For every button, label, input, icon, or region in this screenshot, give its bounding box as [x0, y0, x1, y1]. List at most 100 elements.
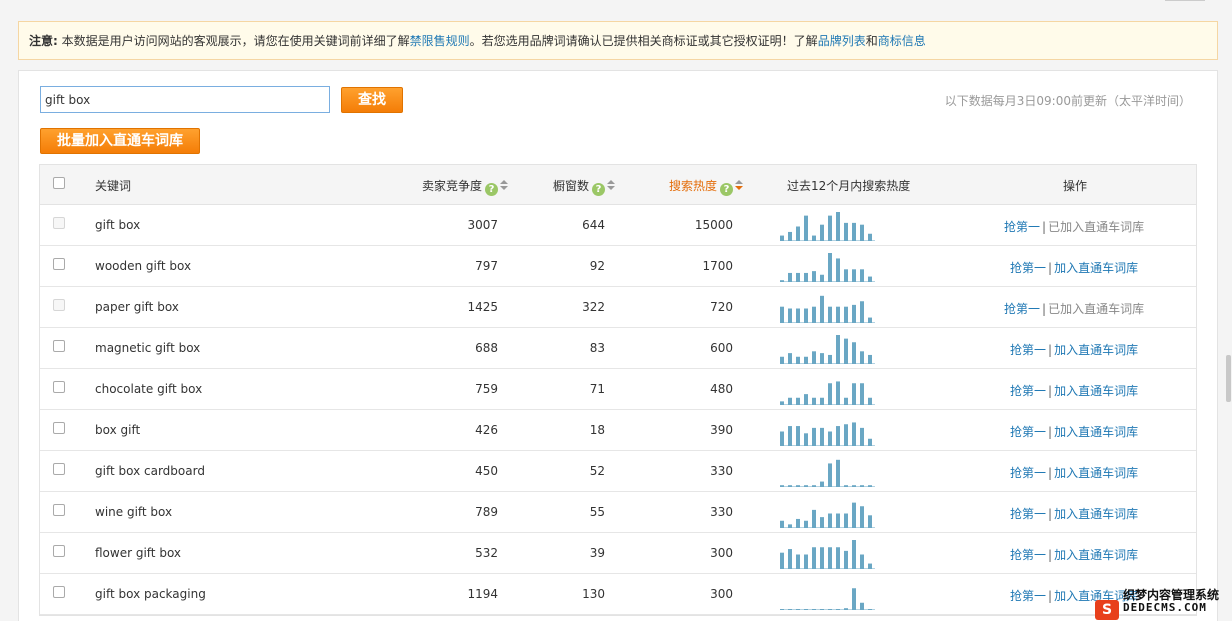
competition-cell: 426 — [475, 423, 498, 437]
brand-list-link[interactable]: 品牌列表 — [818, 34, 866, 48]
row-checkbox[interactable] — [53, 545, 65, 557]
top-divider — [1165, 0, 1205, 1]
sparkline-bar — [780, 235, 784, 241]
scrollbar-track[interactable] — [1222, 60, 1232, 621]
heat-cell: 300 — [710, 546, 733, 560]
sparkline-bar — [780, 280, 784, 282]
showcase-cell: 52 — [589, 464, 605, 478]
grab-first-link[interactable]: 抢第一 — [1010, 589, 1046, 603]
sparkline-bar — [844, 550, 848, 569]
heat-cell: 15000 — [694, 218, 733, 232]
search-button[interactable]: 查找 — [341, 87, 403, 113]
grab-first-link[interactable]: 抢第一 — [1010, 466, 1046, 480]
keyword-search-input[interactable] — [40, 86, 330, 113]
scrollbar-thumb[interactable] — [1226, 355, 1231, 402]
sparkline-bar — [868, 563, 872, 569]
add-to-library-link[interactable]: 加入直通车词库 — [1054, 425, 1138, 439]
add-to-library-link[interactable]: 加入直通车词库 — [1054, 261, 1138, 275]
add-to-library-link[interactable]: 加入直通车词库 — [1054, 384, 1138, 398]
sparkline-bar — [788, 609, 792, 610]
header-competition[interactable]: 卖家竞争度? — [422, 177, 509, 196]
sparkline-bar — [828, 253, 832, 282]
sparkline-bar — [852, 485, 856, 487]
help-icon[interactable]: ? — [720, 183, 734, 196]
select-all-checkbox[interactable] — [53, 177, 65, 189]
row-checkbox[interactable] — [53, 463, 65, 475]
competition-cell: 797 — [475, 259, 498, 273]
grab-first-link[interactable]: 抢第一 — [1010, 343, 1046, 357]
keyword-cell: gift box cardboard — [95, 464, 205, 478]
sort-icon[interactable] — [607, 180, 616, 192]
sparkline-bar — [836, 609, 840, 610]
sort-icon[interactable] — [735, 180, 744, 192]
grab-first-link[interactable]: 抢第一 — [1004, 302, 1040, 316]
sparkline-bar — [788, 308, 792, 323]
sparkline-bar — [788, 231, 792, 241]
row-actions: 抢第一 | 加入直通车词库 — [1010, 505, 1138, 522]
sparkline-bar — [852, 222, 856, 241]
row-checkbox[interactable] — [53, 586, 65, 598]
grab-first-link[interactable]: 抢第一 — [1010, 425, 1046, 439]
grab-first-link[interactable]: 抢第一 — [1010, 507, 1046, 521]
sparkline-bar — [828, 463, 832, 487]
grab-first-link[interactable]: 抢第一 — [1010, 384, 1046, 398]
restricted-rules-link[interactable]: 禁限售规则 — [410, 34, 470, 48]
notice-text-3: 和 — [865, 34, 878, 48]
keyword-cell: gift box — [95, 218, 141, 232]
help-icon[interactable]: ? — [592, 183, 606, 196]
sparkline-bar — [860, 485, 864, 487]
sparkline-bar — [860, 301, 864, 323]
table-row: flower gift box 532 39 300 抢第一 | 加入直通车词库 — [40, 533, 1196, 574]
sort-icon[interactable] — [500, 180, 509, 192]
sparkline-bar — [828, 513, 832, 528]
sparkline-bar — [796, 397, 800, 405]
header-showcase[interactable]: 橱窗数? — [553, 177, 616, 196]
grab-first-link[interactable]: 抢第一 — [1004, 220, 1040, 234]
row-checkbox[interactable] — [53, 340, 65, 352]
sparkline-bar — [780, 306, 784, 323]
competition-cell: 450 — [475, 464, 498, 478]
trend-sparkline — [780, 381, 875, 405]
trademark-info-link[interactable]: 商标信息 — [878, 34, 926, 48]
grab-first-link[interactable]: 抢第一 — [1010, 548, 1046, 562]
help-icon[interactable]: ? — [485, 183, 499, 196]
sparkline-bar — [836, 547, 840, 569]
action-separator: | — [1048, 343, 1053, 357]
competition-cell: 3007 — [467, 218, 498, 232]
sparkline-bar — [828, 431, 832, 446]
sparkline-bar — [812, 271, 816, 282]
trend-sparkline — [780, 335, 875, 364]
sparkline-bar — [796, 272, 800, 282]
action-separator: | — [1048, 384, 1053, 398]
sparkline-bar — [844, 397, 848, 405]
add-to-library-link[interactable]: 加入直通车词库 — [1054, 507, 1138, 521]
add-to-library-link[interactable]: 加入直通车词库 — [1054, 548, 1138, 562]
row-actions: 抢第一 | 已加入直通车词库 — [1004, 300, 1144, 317]
sparkline-bar — [796, 426, 800, 446]
competition-cell: 759 — [475, 382, 498, 396]
sparkline-bar — [804, 356, 808, 364]
showcase-cell: 83 — [589, 341, 605, 355]
add-to-library-link[interactable]: 加入直通车词库 — [1054, 343, 1138, 357]
trend-sparkline — [780, 295, 875, 323]
row-actions: 抢第一 | 加入直通车词库 — [1010, 382, 1138, 399]
sparkline-bar — [836, 258, 840, 282]
table-row: gift box 3007 644 15000 抢第一 | 已加入直通车词库 — [40, 205, 1196, 246]
showcase-cell: 39 — [589, 546, 605, 560]
keyword-cell: flower gift box — [95, 546, 182, 560]
sparkline-bar — [868, 397, 872, 405]
row-checkbox[interactable] — [53, 381, 65, 393]
header-heat[interactable]: 搜索热度? — [669, 177, 744, 196]
watermark-logo: S 织梦内容管理系统 DEDECMS.COM — [1095, 586, 1232, 621]
add-to-library-link[interactable]: 加入直通车词库 — [1054, 466, 1138, 480]
watermark-domain: DEDECMS.COM — [1123, 601, 1207, 614]
sparkline-bar — [804, 520, 808, 528]
row-checkbox[interactable] — [53, 258, 65, 270]
grab-first-link[interactable]: 抢第一 — [1010, 261, 1046, 275]
sparkline-bar — [804, 485, 808, 487]
row-checkbox[interactable] — [53, 504, 65, 516]
notice-bar: 注意: 本数据是用户访问网站的客观展示，请您在使用关键词前详细了解禁限售规则。若… — [18, 21, 1218, 60]
batch-add-button[interactable]: 批量加入直通车词库 — [40, 128, 200, 154]
row-checkbox[interactable] — [53, 422, 65, 434]
sparkline-bar — [836, 335, 840, 364]
